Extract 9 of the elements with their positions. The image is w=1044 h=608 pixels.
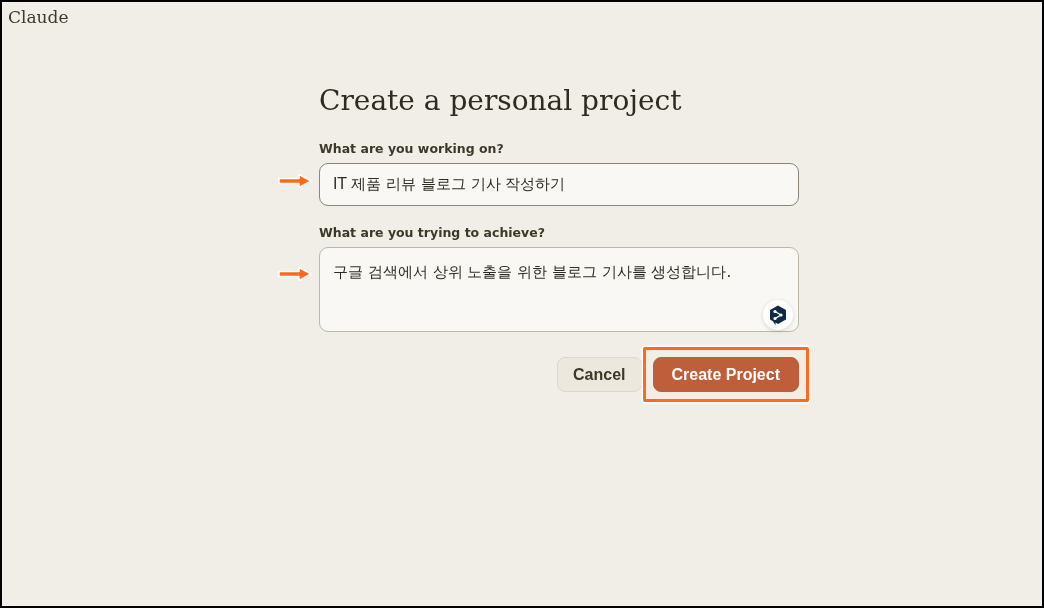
app-logo[interactable]: Claude — [8, 6, 69, 28]
dialog-title: Create a personal project — [319, 83, 682, 119]
cancel-button[interactable]: Cancel — [557, 357, 642, 392]
field-label: What are you trying to achieve? — [319, 224, 545, 242]
create-project-button[interactable]: Create Project — [652, 357, 799, 392]
field-label: What are you working on? — [319, 140, 504, 158]
text-area[interactable]: 구글 검색에서 상위 노출을 위한 블로그 기사를 생성합니다. — [319, 247, 799, 332]
input-field[interactable]: IT 제품 리뷰 블로그 기사 작성하기 — [319, 163, 799, 206]
hexagon-badge-icon[interactable] — [763, 300, 793, 330]
